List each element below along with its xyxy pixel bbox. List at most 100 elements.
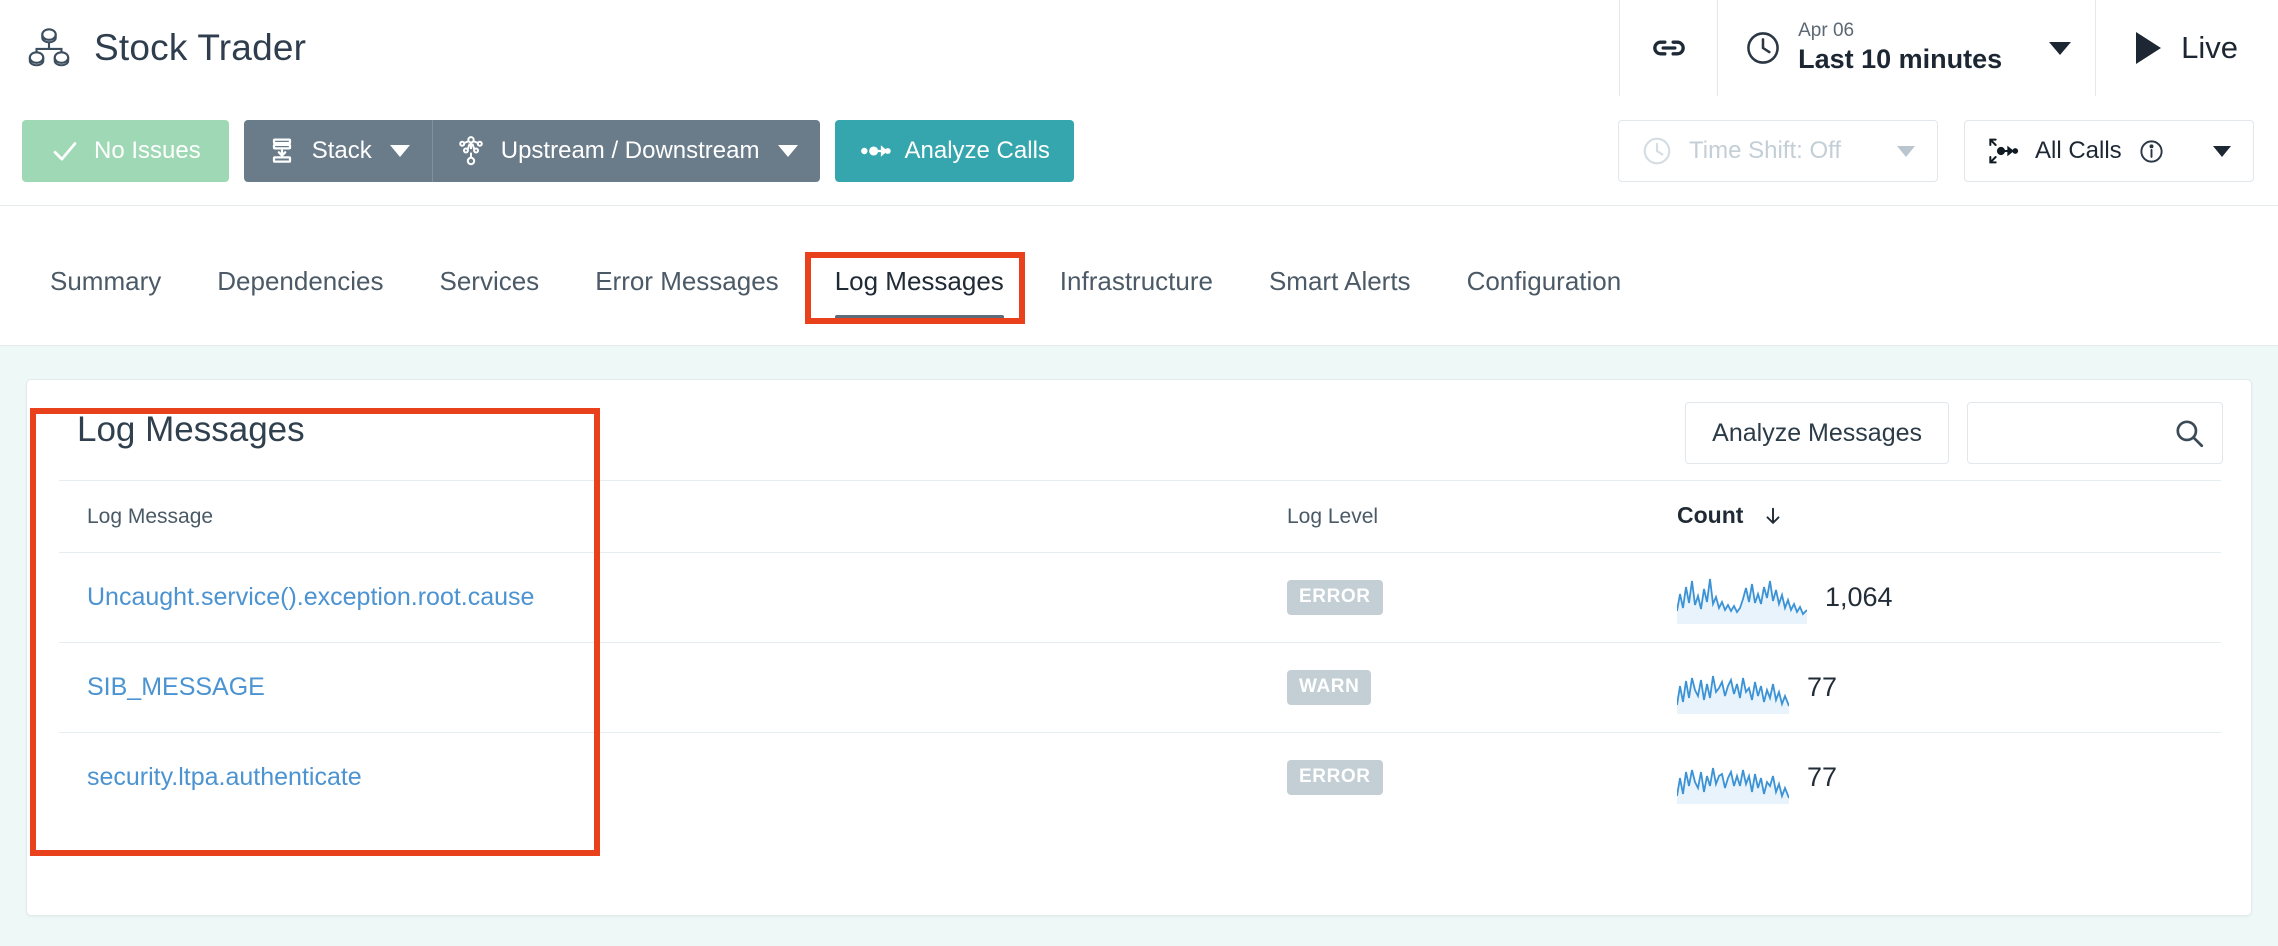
search-box[interactable] [1967,402,2223,464]
chevron-down-icon [2213,145,2231,157]
tab-label: Dependencies [217,266,384,296]
status-badge: ERROR [1287,760,1383,796]
panel-header-actions: Analyze Messages [1685,402,2223,464]
info-icon[interactable] [2138,138,2165,165]
column-header-log-message[interactable]: Log Message [59,480,1259,553]
count-sparkline-chart [1676,752,1790,804]
time-range-text: Apr 06 Last 10 minutes [1798,19,2033,77]
tab-label: Smart Alerts [1268,266,1411,296]
toolbar-right-group: Time Shift: Off All Calls [1618,120,2254,182]
chevron-down-icon [777,145,798,157]
analyze-calls-button[interactable]: Analyze Calls [834,120,1074,182]
all-calls-dropdown-button[interactable]: All Calls [1964,120,2254,182]
count-sparkline-chart [1676,572,1808,624]
cell-log-message: SIB_MESSAGE [59,642,1259,733]
no-issues-label: No Issues [94,137,201,164]
time-shift-dropdown-button[interactable]: Time Shift: Off [1618,120,1938,182]
tab-label: Infrastructure [1059,266,1213,296]
column-label: Count [1677,502,1744,528]
service-topology-icon [26,25,72,71]
search-icon[interactable] [2172,416,2206,450]
cell-log-message: security.ltpa.authenticate [59,732,1259,823]
calls-icon [859,135,891,167]
link-icon [1649,28,1689,68]
upstream-downstream-label: Upstream / Downstream [500,137,760,164]
topology-icon [455,135,487,167]
column-label: Log Message [87,504,214,528]
time-range-picker[interactable]: Apr 06 Last 10 minutes [1717,0,2095,96]
tab-bar: Summary Dependencies Services Error Mess… [0,206,2278,346]
analyze-messages-button[interactable]: Analyze Messages [1685,402,1949,464]
cell-count: 77 [1649,732,2221,823]
column-header-count[interactable]: Count [1649,480,2221,553]
tab-label: Configuration [1466,266,1622,296]
table-header-row: Log Message Log Level Count [59,480,2221,553]
time-shift-label: Time Shift: Off [1689,137,1842,164]
check-icon [50,136,80,166]
count-value: 77 [1807,762,1838,793]
tab-configuration[interactable]: Configuration [1439,206,1650,346]
status-badge: WARN [1287,670,1372,705]
log-message-link[interactable]: SIB_MESSAGE [87,673,265,701]
time-range-value: Last 10 minutes [1798,44,2003,74]
tab-summary[interactable]: Summary [22,206,189,346]
tab-dependencies[interactable]: Dependencies [189,206,411,346]
upstream-downstream-dropdown-button[interactable]: Upstream / Downstream [431,120,820,182]
analyze-messages-label: Analyze Messages [1712,418,1922,447]
stack-icon [266,135,298,167]
time-range-date: Apr 06 [1798,20,1855,42]
log-message-link[interactable]: Uncaught.service().exception.root.cause [87,583,534,611]
tab-label: Error Messages [595,266,779,296]
chevron-down-icon [389,145,410,157]
column-header-log-level[interactable]: Log Level [1259,480,1649,553]
log-message-link[interactable]: security.ltpa.authenticate [87,763,362,791]
search-input[interactable] [1986,419,2172,447]
stack-label: Stack [311,137,372,164]
table-row[interactable]: security.ltpa.authenticate ERROR 77 [59,732,2221,823]
status-badge: ERROR [1287,580,1383,615]
panel-header: Log Messages Analyze Messages [27,380,2251,480]
tab-smart-alerts[interactable]: Smart Alerts [1241,206,1439,346]
no-issues-button[interactable]: No Issues [22,120,229,182]
call-direction-icon [1987,135,2019,167]
tab-services[interactable]: Services [411,206,567,346]
cell-log-level: ERROR [1259,732,1649,823]
brand-area: Stock Trader [0,25,306,71]
top-header-bar: Stock Trader Apr 06 Last 10 minutes Live [0,0,2278,96]
column-label: Log Level [1287,504,1379,528]
count-value: 77 [1807,672,1838,702]
tab-label: Summary [50,266,162,296]
stack-upstream-group: Stack Upstream / Downstream [243,120,820,182]
tab-log-messages[interactable]: Log Messages [807,206,1032,346]
arrow-down-icon [1762,505,1784,531]
copy-link-button[interactable] [1619,0,1717,96]
live-label: Live [2181,30,2238,65]
cell-count: 1,064 [1649,552,2221,643]
cell-log-level: WARN [1259,642,1649,733]
tab-infrastructure[interactable]: Infrastructure [1032,206,1241,346]
count-value: 1,064 [1825,582,1893,612]
play-icon [2136,32,2162,64]
stack-dropdown-button[interactable]: Stack [243,120,432,182]
application-window: Stock Trader Apr 06 Last 10 minutes Live… [0,0,2278,946]
live-button[interactable]: Live [2095,0,2278,96]
cell-log-level: ERROR [1259,552,1649,643]
tab-label: Log Messages [834,266,1004,296]
tab-list: Summary Dependencies Services Error Mess… [22,206,1649,346]
all-calls-label: All Calls [2035,137,2122,164]
page-title: Stock Trader [94,27,307,68]
log-messages-table: Log Message Log Level Count Uncaught.ser… [59,480,2221,823]
count-sparkline-chart [1676,662,1790,714]
tab-label: Services [439,266,540,296]
header-controls: Apr 06 Last 10 minutes Live [1619,0,2278,96]
toolbar-left-group: No Issues Stack Upstream / Downstream An… [22,120,1074,182]
table-row[interactable]: SIB_MESSAGE WARN 77 [59,642,2221,733]
tab-error-messages[interactable]: Error Messages [567,206,807,346]
cell-count: 77 [1649,642,2221,733]
table-row[interactable]: Uncaught.service().exception.root.cause … [59,552,2221,643]
main-content: Log Messages Analyze Messages Log Messag… [0,347,2278,946]
clock-icon [1641,135,1673,167]
log-messages-panel: Log Messages Analyze Messages Log Messag… [26,379,2252,916]
chevron-down-icon [1897,145,1915,157]
action-toolbar: No Issues Stack Upstream / Downstream An… [0,96,2278,206]
